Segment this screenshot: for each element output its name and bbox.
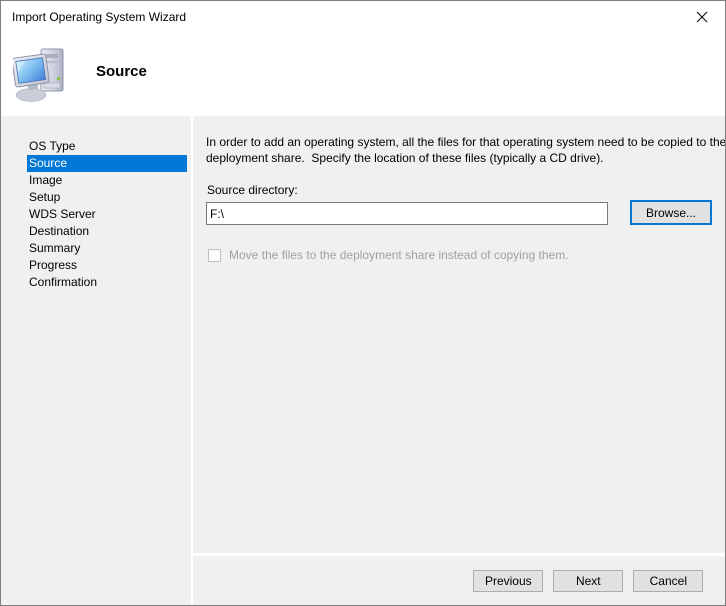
footer-button-bar: Previous Next Cancel — [193, 553, 726, 605]
wizard-header: Source — [1, 32, 725, 116]
move-files-checkbox[interactable] — [208, 249, 221, 262]
intro-line-2: deployment share. Specify the location o… — [206, 150, 726, 166]
move-files-checkbox-label: Move the files to the deployment share i… — [229, 248, 569, 262]
import-os-wizard-window: Import Operating System Wizard — [0, 0, 726, 606]
sidebar-item-os-type[interactable]: OS Type — [27, 138, 187, 155]
wizard-main-panel: In order to add an operating system, all… — [193, 116, 726, 605]
titlebar: Import Operating System Wizard — [1, 1, 725, 32]
close-icon — [696, 11, 708, 23]
cancel-button[interactable]: Cancel — [633, 570, 703, 592]
source-directory-input[interactable] — [206, 202, 608, 225]
sidebar-item-wds-server[interactable]: WDS Server — [27, 206, 187, 223]
next-button[interactable]: Next — [553, 570, 623, 592]
page-title: Source — [96, 63, 147, 80]
sidebar-item-image[interactable]: Image — [27, 172, 187, 189]
sidebar-item-summary[interactable]: Summary — [27, 240, 187, 257]
previous-button[interactable]: Previous — [473, 570, 543, 592]
sidebar-item-confirmation[interactable]: Confirmation — [27, 274, 187, 291]
wizard-page-content: In order to add an operating system, all… — [193, 116, 726, 553]
intro-text: In order to add an operating system, all… — [206, 134, 726, 166]
sidebar-item-setup[interactable]: Setup — [27, 189, 187, 206]
window-title: Import Operating System Wizard — [12, 10, 186, 24]
move-files-checkbox-row: Move the files to the deployment share i… — [206, 248, 726, 262]
source-directory-row: Browse... — [206, 200, 726, 225]
source-directory-label: Source directory: — [206, 183, 726, 197]
sidebar-item-progress[interactable]: Progress — [27, 257, 187, 274]
sidebar-item-destination[interactable]: Destination — [27, 223, 187, 240]
wizard-body: OS Type Source Image Setup WDS Server De… — [1, 116, 725, 605]
browse-button[interactable]: Browse... — [630, 200, 712, 225]
sidebar-item-source[interactable]: Source — [27, 155, 187, 172]
intro-line-1: In order to add an operating system, all… — [206, 134, 726, 150]
close-button[interactable] — [679, 1, 725, 32]
wizard-steps-sidebar: OS Type Source Image Setup WDS Server De… — [1, 116, 193, 605]
computer-icon — [13, 47, 71, 103]
